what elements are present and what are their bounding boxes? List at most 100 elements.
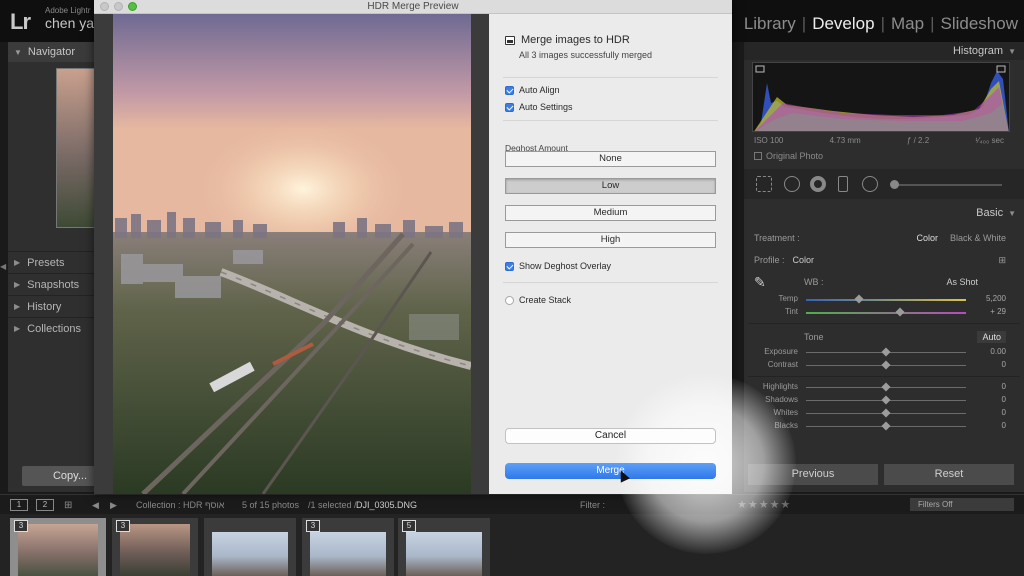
graduated-filter-icon[interactable] <box>838 176 848 192</box>
module-map[interactable]: Map <box>885 14 930 34</box>
rating-filter[interactable]: ★★★★★ <box>737 498 791 511</box>
create-stack-option[interactable]: Create Stack <box>505 295 571 305</box>
photo-count: 5 of 15 photos <box>242 500 300 510</box>
merge-button[interactable]: Merge <box>505 463 716 479</box>
deghost-none-button[interactable]: None <box>505 151 716 167</box>
contrast-slider-knob[interactable] <box>881 360 891 370</box>
treatment-color[interactable]: Color <box>916 233 938 243</box>
auto-tone-button[interactable]: Auto <box>977 331 1006 343</box>
deghost-low-button[interactable]: Low <box>505 178 716 194</box>
tool-strip <box>744 169 1024 199</box>
histogram[interactable] <box>752 62 1010 132</box>
create-stack-checkbox[interactable] <box>505 295 514 305</box>
tone-label: Tone <box>804 332 824 342</box>
primary-display-button[interactable]: 1 <box>10 499 28 511</box>
previous-button[interactable]: Previous <box>748 464 878 485</box>
eyedropper-icon[interactable]: ✎ <box>754 274 766 291</box>
exposure-slider-knob[interactable] <box>881 347 891 357</box>
temp-value[interactable]: 5,200 <box>986 294 1006 303</box>
tint-slider-track[interactable] <box>806 312 966 314</box>
merge-status: All 3 images successfully merged <box>519 50 653 60</box>
stack-count-badge[interactable]: 3 <box>116 520 130 532</box>
triangle-down-icon: ▼ <box>1008 46 1016 56</box>
back-arrow-icon[interactable]: ◀ <box>92 500 99 511</box>
wb-dropdown[interactable]: As Shot <box>946 277 978 287</box>
zoom-window-button[interactable] <box>128 2 137 11</box>
panel-history-label: History <box>27 300 62 313</box>
triangle-down-icon: ▼ <box>1008 208 1016 218</box>
profile-dropdown[interactable]: Color <box>793 255 815 265</box>
show-deghost-overlay-checkbox[interactable] <box>505 261 514 271</box>
original-photo-checkbox[interactable] <box>754 152 762 160</box>
hdr-preview-image[interactable] <box>113 14 471 494</box>
shadows-value[interactable]: 0 <box>1002 395 1006 404</box>
blacks-slider-knob[interactable] <box>881 421 891 431</box>
right-panel: Histogram ▼ ISO 100 4.73 mm ƒ / 2.2 ¹⁄₄₀… <box>744 42 1024 492</box>
spot-removal-icon[interactable] <box>784 176 800 192</box>
highlights-slider-knob[interactable] <box>881 382 891 392</box>
show-deghost-overlay-option[interactable]: Show Deghost Overlay <box>505 261 611 271</box>
thumbnail-image <box>120 524 190 576</box>
close-window-button[interactable] <box>100 2 109 11</box>
exposure-value[interactable]: 0.00 <box>990 347 1006 356</box>
filmstrip-thumbnail[interactable]: 3 <box>10 518 106 576</box>
reset-button[interactable]: Reset <box>884 464 1014 485</box>
treatment-row: Treatment : Color Black & White <box>744 227 1024 249</box>
contrast-value[interactable]: 0 <box>1002 360 1006 369</box>
filename[interactable]: DJI_0305.DNG <box>356 500 417 510</box>
left-panel-toggle-icon[interactable]: ◀ <box>0 262 6 271</box>
basic-header[interactable]: Basic ▼ <box>744 199 1024 227</box>
auto-settings-checkbox[interactable] <box>505 102 514 112</box>
auto-align-option[interactable]: Auto Align <box>505 85 560 95</box>
secondary-display-button[interactable]: 2 <box>36 499 54 511</box>
filmstrip-thumbnail[interactable]: 3 <box>302 518 394 576</box>
histogram-graph <box>754 65 1009 131</box>
auto-align-checkbox[interactable] <box>505 85 514 95</box>
hdr-preview-illustration <box>113 14 471 494</box>
treatment-black-white[interactable]: Black & White <box>950 233 1006 243</box>
temp-slider-knob[interactable] <box>854 294 864 304</box>
filmstrip-thumbnail[interactable]: 5 <box>398 518 490 576</box>
filters-dropdown[interactable]: Filters Off <box>910 498 1014 511</box>
shadows-slider-knob[interactable] <box>881 395 891 405</box>
forward-arrow-icon[interactable]: ▶ <box>110 500 117 511</box>
dialog-titlebar[interactable]: HDR Merge Preview <box>94 0 732 14</box>
temp-slider-track[interactable] <box>806 299 966 301</box>
tint-value[interactable]: + 29 <box>990 307 1006 316</box>
filmstrip-thumbnail[interactable]: 3 <box>112 518 198 576</box>
auto-settings-option[interactable]: Auto Settings <box>505 102 573 112</box>
deghost-high-button[interactable]: High <box>505 232 716 248</box>
histogram-header[interactable]: Histogram ▼ <box>744 42 1024 60</box>
basic-label: Basic <box>976 207 1004 219</box>
module-library[interactable]: Library <box>738 14 802 34</box>
filmstrip-thumbnail[interactable] <box>204 518 296 576</box>
radial-filter-icon[interactable] <box>862 176 878 192</box>
hdr-merge-dialog: HDR Merge Preview Merge images to HDR Al… <box>94 0 796 554</box>
user-name: chen yak <box>45 14 102 31</box>
module-slideshow[interactable]: Slideshow <box>935 14 1024 34</box>
cancel-button[interactable]: Cancel <box>505 428 716 444</box>
stack-count-badge[interactable]: 5 <box>402 520 416 532</box>
triangle-right-icon: ▶ <box>14 302 21 311</box>
tint-label: Tint <box>784 307 798 316</box>
blacks-value[interactable]: 0 <box>1002 421 1006 430</box>
divider <box>748 323 1020 324</box>
whites-value[interactable]: 0 <box>1002 408 1006 417</box>
filter-label: Filter : <box>580 500 606 510</box>
brush-slider-track[interactable] <box>892 184 1002 186</box>
original-photo-toggle[interactable]: Original Photo <box>754 151 1024 161</box>
stack-count-badge[interactable]: 3 <box>14 520 28 532</box>
profile-browser-icon[interactable]: ⊞ <box>998 255 1006 266</box>
whites-slider-knob[interactable] <box>881 408 891 418</box>
tint-slider-knob[interactable] <box>895 307 905 317</box>
stack-count-badge[interactable]: 3 <box>306 520 320 532</box>
grid-icon[interactable]: ⊞ <box>64 500 72 511</box>
crop-tool-icon[interactable] <box>756 176 772 192</box>
module-develop[interactable]: Develop <box>806 14 880 34</box>
red-eye-icon[interactable] <box>810 176 826 192</box>
collection-source[interactable]: Collection : HDR אוסף <box>136 500 224 510</box>
brush-slider-knob[interactable] <box>890 180 899 189</box>
minimize-window-button[interactable] <box>114 2 123 11</box>
deghost-medium-button[interactable]: Medium <box>505 205 716 221</box>
highlights-value[interactable]: 0 <box>1002 382 1006 391</box>
